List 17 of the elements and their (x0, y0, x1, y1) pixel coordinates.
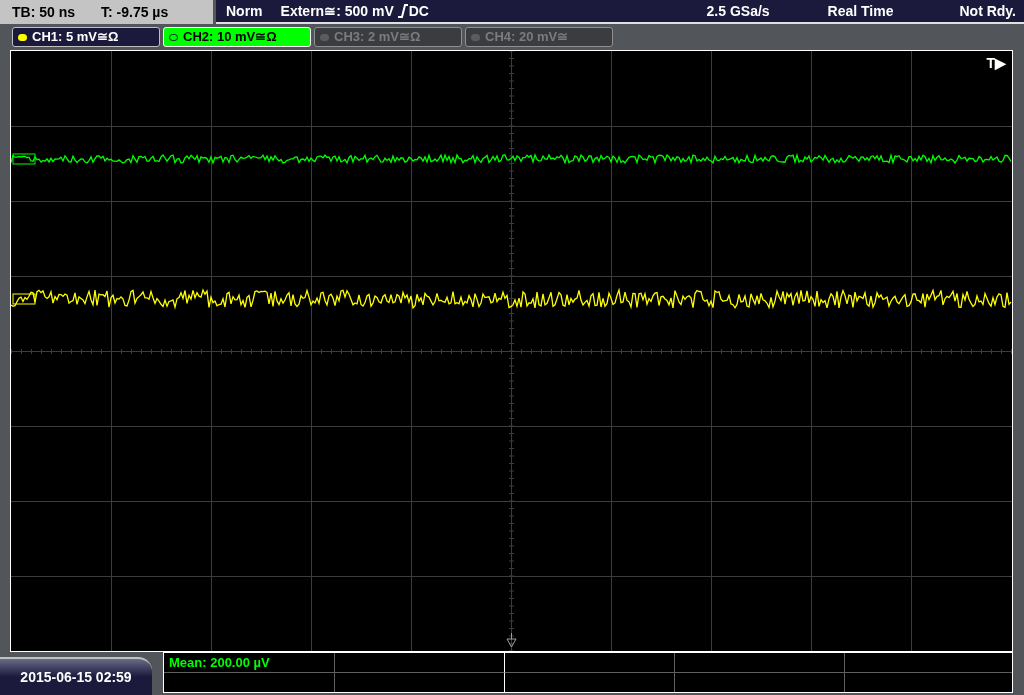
trigger-coupling-label: DC (408, 1, 429, 21)
trigger-marker-icon (506, 632, 517, 648)
date-time-label: 2015-06-15 02:59 (20, 667, 132, 687)
trigger-time-label: T: -9.75 µs (101, 2, 169, 22)
trigger-position-label: T▶ (986, 54, 1006, 73)
channel-marker-icon (12, 153, 36, 165)
trigger-state-label: Not Rdy. (959, 1, 1016, 21)
measurement-cell: Mean: 200.00 µV (164, 653, 335, 673)
channel-tab[interactable]: CH2: 10 mV≅Ω (163, 27, 311, 47)
rising-edge-icon (396, 4, 409, 18)
channel-tab[interactable]: CH1: 5 mV≅Ω (12, 27, 160, 47)
trigger-source-label: Extern≅: 500 mV (280, 1, 394, 21)
trigger-mode-label: Norm (226, 1, 263, 21)
sample-rate-label: 2.5 GSa/s (706, 1, 770, 21)
channel-marker-icon (12, 293, 36, 305)
acquisition-mode-label: Real Time (827, 1, 894, 21)
timebase-label: TB: 50 ns (12, 2, 75, 22)
